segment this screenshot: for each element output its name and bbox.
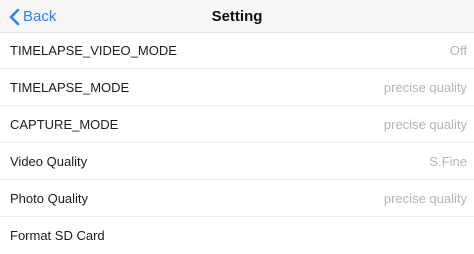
setting-row-format-sd-card[interactable]: Format SD Card (0, 217, 474, 254)
setting-value: precise quality (383, 79, 467, 95)
setting-value: S.Fine (429, 153, 467, 169)
setting-row-timelapse-mode[interactable]: TIMELAPSE_MODE precise quality (0, 69, 474, 106)
setting-label: TIMELAPSE_MODE (10, 79, 130, 95)
setting-label: Video Quality (10, 153, 88, 169)
navigation-bar: Back Setting (0, 0, 474, 33)
setting-label: Format SD Card (10, 228, 105, 243)
setting-row-video-quality[interactable]: Video Quality S.Fine (0, 143, 474, 180)
setting-label: Photo Quality (10, 190, 89, 206)
setting-label: CAPTURE_MODE (10, 116, 119, 132)
setting-row-timelapse-video-mode[interactable]: TIMELAPSE_VIDEO_MODE Off (0, 33, 474, 69)
chevron-left-icon (9, 8, 23, 26)
setting-row-photo-quality[interactable]: Photo Quality precise quality (0, 180, 474, 217)
settings-list: TIMELAPSE_VIDEO_MODE Off TIMELAPSE_MODE … (0, 33, 474, 254)
back-button[interactable]: Back (9, 0, 56, 33)
setting-value: precise quality (383, 116, 467, 132)
back-label: Back (23, 8, 57, 25)
page-title: Setting (211, 8, 263, 25)
setting-value: precise quality (383, 190, 467, 206)
setting-label: TIMELAPSE_VIDEO_MODE (10, 43, 177, 58)
setting-row-capture-mode[interactable]: CAPTURE_MODE precise quality (0, 106, 474, 143)
setting-value: Off (449, 43, 467, 58)
